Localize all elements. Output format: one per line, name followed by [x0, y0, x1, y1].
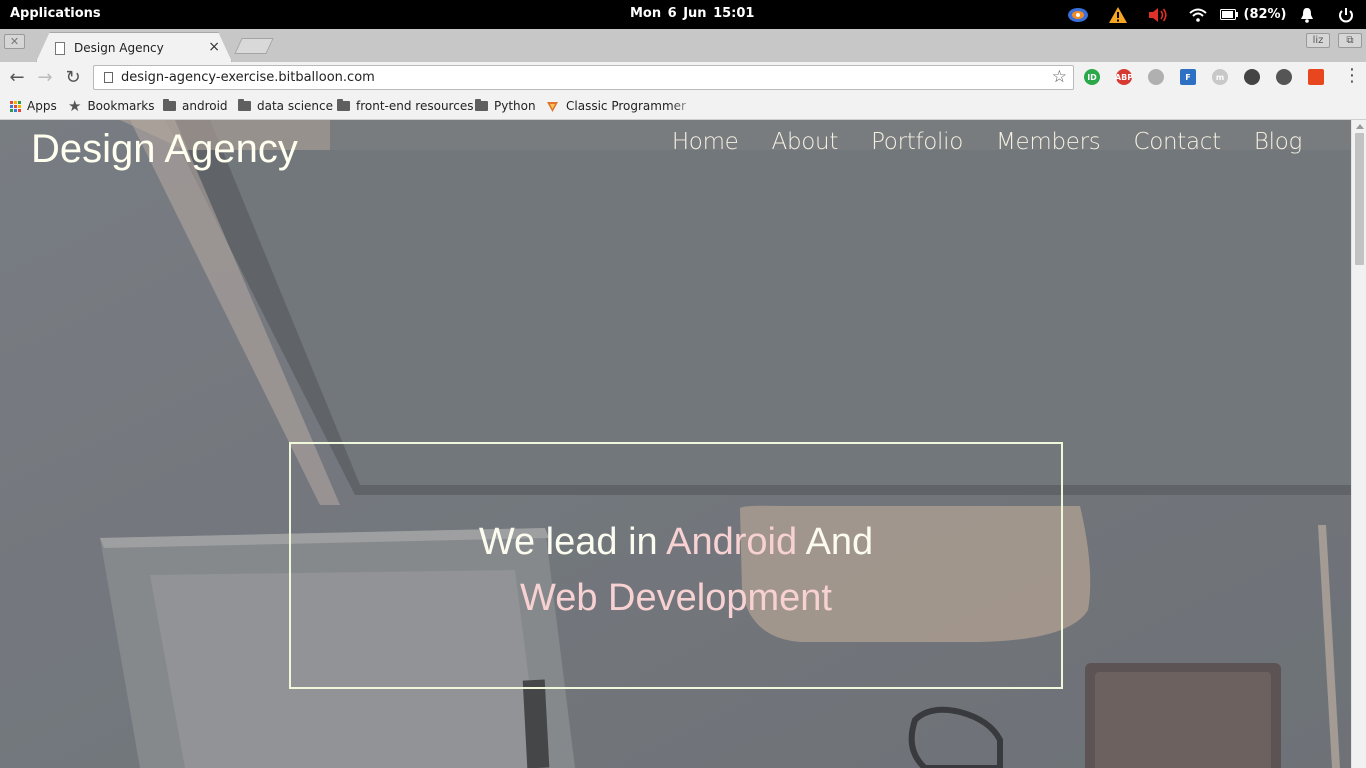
window-close-button[interactable]: ✕	[4, 34, 25, 49]
hero-tagline: We lead in Android And Web Development	[291, 514, 1061, 626]
nav-link-portfolio[interactable]: Portfolio	[871, 129, 963, 155]
tab-close-icon[interactable]: ×	[208, 39, 220, 55]
bookmark-apps[interactable]: Apps	[10, 97, 57, 115]
page-info-icon[interactable]	[104, 72, 113, 83]
system-top-bar: Applications Mon 6 Jun 15:01 (82%)	[0, 0, 1366, 29]
warning-icon[interactable]	[1098, 0, 1138, 29]
ghost-extension-icon[interactable]	[1148, 69, 1164, 85]
site-header: Design Agency Home About Portfolio Membe…	[0, 120, 1351, 180]
bookmark-label: data science	[257, 99, 333, 113]
hero-tagline-box: We lead in Android And Web Development	[289, 442, 1063, 689]
hero-text-and: And	[797, 521, 874, 563]
bookmark-folder-python[interactable]: Python	[475, 97, 536, 115]
site-logo[interactable]: Design Agency	[31, 127, 298, 172]
bookmark-label: Classic Programmer P	[566, 99, 686, 113]
bookmark-label: android	[182, 99, 228, 113]
new-tab-button[interactable]	[234, 38, 274, 54]
nav-link-about[interactable]: About	[772, 129, 839, 155]
bookmark-bookmarks[interactable]: ★ Bookmarks	[68, 97, 155, 115]
profile-switcher-button[interactable]: liz	[1306, 33, 1330, 48]
tab-title: Design Agency	[74, 41, 164, 55]
nav-link-home[interactable]: Home	[672, 129, 739, 155]
applications-menu[interactable]: Applications	[10, 6, 101, 21]
nav-link-contact[interactable]: Contact	[1133, 129, 1221, 155]
mail-icon[interactable]	[1276, 69, 1292, 85]
bookmark-label: Bookmarks	[87, 99, 155, 113]
f-extension-icon[interactable]: F	[1180, 69, 1196, 85]
site-favicon-icon	[547, 101, 558, 112]
nav-link-blog[interactable]: Blog	[1254, 129, 1302, 155]
bookmark-folder-data-science[interactable]: data science	[238, 97, 333, 115]
bookmark-label: Apps	[27, 99, 57, 113]
chrome-menu-icon[interactable]: ⋮	[1343, 67, 1361, 87]
back-arrow-icon[interactable]: ←	[6, 67, 28, 89]
battery-icon	[1219, 9, 1238, 20]
bookmark-folder-front-end-resources[interactable]: front-end resources	[337, 97, 473, 115]
window-restore-button[interactable]: ⧉	[1338, 33, 1362, 48]
bookmark-star-icon[interactable]: ☆	[1052, 67, 1067, 87]
system-tray: (82%)	[1058, 0, 1366, 29]
address-bar[interactable]: design-agency-exercise.bitballoon.com ☆	[93, 65, 1074, 90]
star-icon: ★	[68, 97, 82, 115]
adblock-plus-icon[interactable]: ABP	[1115, 69, 1133, 85]
id-extension-icon[interactable]: ID	[1084, 69, 1100, 85]
bookmarks-bar: Apps ★ Bookmarks android data science fr…	[0, 93, 1366, 120]
battery-percent: (82%)	[1243, 7, 1287, 22]
page-scrollbar[interactable]	[1351, 120, 1366, 768]
m-extension-icon[interactable]: m	[1212, 69, 1228, 85]
wifi-icon[interactable]	[1178, 0, 1218, 29]
bookmark-classic-programmer[interactable]: Classic Programmer P	[546, 97, 686, 115]
page-favicon-icon	[55, 41, 65, 55]
hero-text-android: Android	[666, 521, 798, 563]
folder-icon	[337, 99, 350, 111]
notifications-bell-icon[interactable]	[1288, 0, 1326, 29]
bookmark-label: front-end resources	[356, 99, 474, 113]
evernote-icon[interactable]	[1244, 69, 1260, 85]
bookmark-label: Python	[494, 99, 536, 113]
hero-line-2: Web Development	[520, 577, 832, 619]
volume-icon[interactable]	[1138, 0, 1178, 29]
hero-line-1: We lead in Android And	[291, 514, 1061, 570]
nav-link-members[interactable]: Members	[996, 129, 1101, 155]
url-text[interactable]: design-agency-exercise.bitballoon.com	[121, 70, 375, 85]
forward-arrow-icon[interactable]: →	[34, 67, 56, 89]
scrollbar-thumb[interactable]	[1355, 133, 1364, 265]
scroll-up-arrow-icon[interactable]	[1356, 124, 1364, 129]
system-clock[interactable]: Mon 6 Jun 15:01	[630, 6, 754, 21]
reload-icon[interactable]: ↻	[62, 67, 84, 89]
page-viewport: Design Agency Home About Portfolio Membe…	[0, 120, 1351, 768]
battery-indicator[interactable]: (82%)	[1218, 0, 1288, 29]
hero-text-we-lead-in: We lead in	[478, 521, 667, 563]
office-icon[interactable]	[1308, 69, 1324, 85]
folder-icon	[475, 99, 488, 111]
tab-design-agency[interactable]: Design Agency ×	[36, 32, 232, 62]
browser-toolbar: ← → ↻ design-agency-exercise.bitballoon.…	[0, 62, 1366, 93]
bookmark-folder-android[interactable]: android	[163, 97, 228, 115]
update-manager-icon[interactable]	[1058, 0, 1098, 29]
site-nav: Home About Portfolio Members Contact Blo…	[672, 129, 1302, 155]
folder-icon	[238, 99, 251, 111]
apps-grid-icon	[10, 100, 21, 112]
browser-tab-strip: ✕ Design Agency × liz ⧉	[0, 29, 1366, 62]
power-icon[interactable]	[1326, 0, 1366, 29]
folder-icon	[163, 99, 176, 111]
